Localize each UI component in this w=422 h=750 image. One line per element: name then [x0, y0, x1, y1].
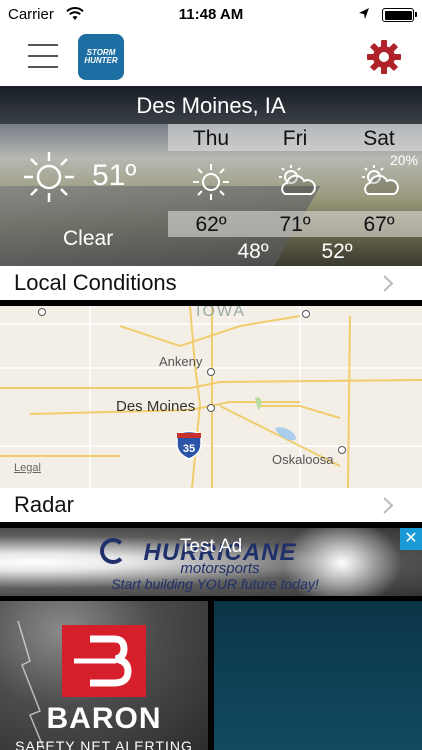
interstate-shield-icon: 35 — [176, 430, 202, 460]
forecast-low-fri: 52º — [321, 240, 353, 263]
forecast-high-thu: 62º — [195, 213, 227, 236]
baron-wordmark: BARON — [46, 702, 162, 735]
map-town-oskaloosa: Oskaloosa — [272, 452, 334, 467]
ad-banner[interactable]: HURRICANE motorsports Start building YOU… — [0, 528, 422, 596]
weather-panel[interactable]: Des Moines, IA 51º Clear Thu Fri Sat 20% — [0, 86, 422, 266]
state-label: IOWA — [196, 306, 247, 320]
map-town-des-moines: Des Moines — [116, 398, 196, 415]
forecast-day-sat: Sat — [363, 127, 395, 150]
hamburger-menu-icon[interactable] — [28, 44, 58, 70]
video-tile[interactable] — [214, 601, 422, 750]
forecast-day-fri: Fri — [282, 127, 308, 150]
map-town-ankeny: Ankeny — [159, 354, 203, 369]
current-condition: Clear — [63, 227, 114, 250]
map-roads — [0, 306, 422, 488]
forecast-high-fri: 71º — [279, 213, 311, 236]
gear-icon[interactable] — [366, 39, 402, 75]
status-bar: Carrier 11:48 AM — [0, 0, 422, 30]
current-temperature: 51º — [92, 159, 137, 192]
nav-bar: STORM HUNTER — [0, 30, 422, 86]
map-legal-link[interactable]: Legal — [14, 462, 41, 474]
sun-icon — [24, 152, 74, 202]
partly-cloudy-icon — [279, 165, 316, 195]
svg-text:35: 35 — [183, 443, 195, 455]
radar-row[interactable]: Radar — [0, 488, 422, 522]
ad-brand-sub: motorsports — [180, 560, 260, 577]
chevron-right-icon — [383, 497, 394, 514]
forecast-day-thu: Thu — [192, 127, 230, 150]
forecast-low-thu: 48º — [237, 240, 269, 263]
ad-close-icon[interactable]: ✕ — [400, 528, 422, 550]
baron-subtitle: SAFETY NET ALERTING — [15, 738, 193, 750]
local-conditions-row[interactable]: Local Conditions — [0, 266, 422, 300]
chevron-right-icon — [383, 275, 394, 292]
battery-icon — [382, 8, 417, 22]
local-conditions-label: Local Conditions — [14, 270, 177, 295]
radar-map[interactable]: IOWA Ankeny Des Moines Oskaloosa 35 Lega… — [0, 306, 422, 488]
forecast-high-sat: 67º — [363, 213, 395, 236]
app-logo: STORM HUNTER — [78, 34, 124, 80]
ad-tagline: Start building YOUR future today! — [111, 576, 319, 592]
ad-label: Test Ad — [179, 536, 243, 557]
baron-tile[interactable]: BARON SAFETY NET ALERTING — [0, 601, 208, 750]
baron-logo-icon — [62, 625, 146, 697]
partly-cloudy-icon — [362, 165, 399, 195]
location-arrow-icon — [359, 8, 369, 19]
city-name: Des Moines, IA — [136, 93, 286, 118]
sun-icon — [193, 164, 229, 200]
radar-label: Radar — [14, 492, 74, 517]
